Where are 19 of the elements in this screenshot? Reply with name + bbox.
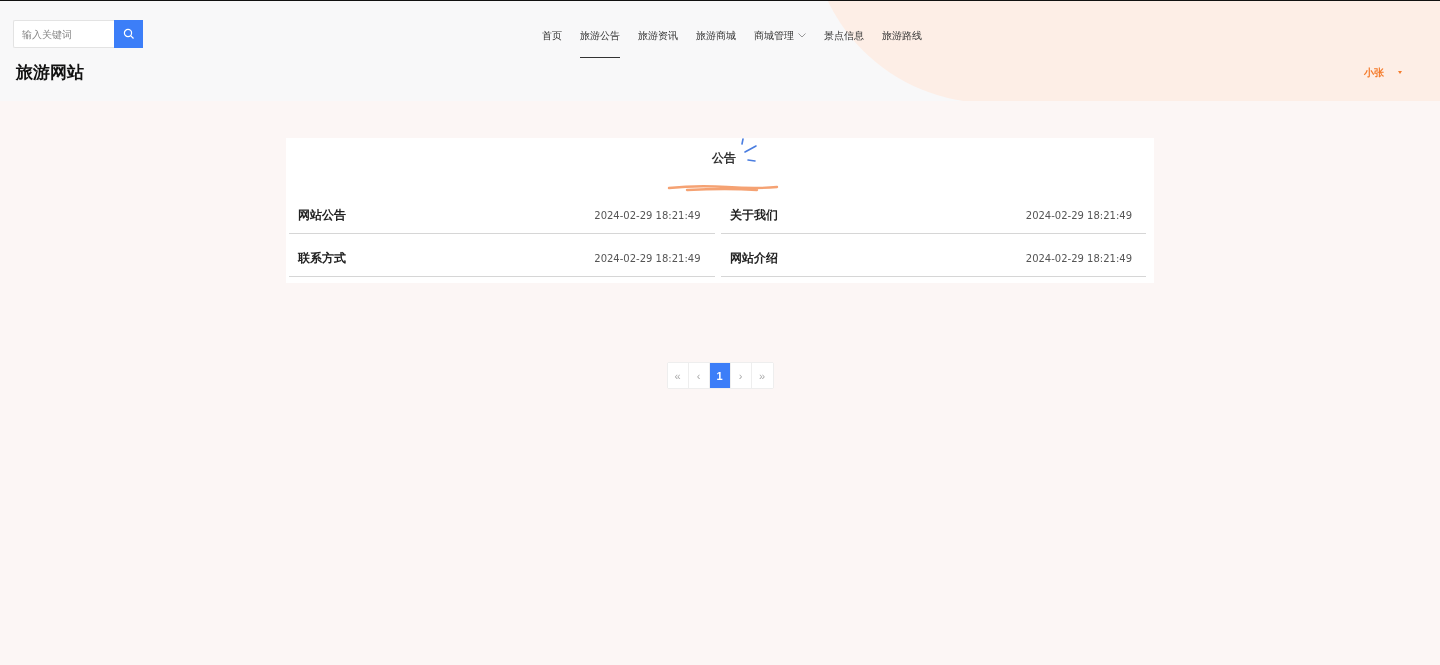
search-field[interactable]: 输入关键词: [13, 20, 114, 48]
notice-row[interactable]: 关于我们 2024-02-29 18:21:49: [720, 195, 1146, 234]
nav-link[interactable]: 商城管理: [754, 24, 806, 58]
chevron-down-icon: [798, 33, 806, 38]
nav-link[interactable]: 旅游资讯: [638, 24, 678, 58]
nav-link[interactable]: 首页: [542, 24, 562, 58]
nav-link[interactable]: 景点信息: [824, 24, 864, 58]
section-title: 公告: [711, 150, 736, 167]
search-button[interactable]: [114, 20, 143, 48]
nav-link[interactable]: 旅游公告: [580, 24, 620, 58]
search-icon: [122, 28, 135, 40]
notice-row[interactable]: 联系方式 2024-02-29 18:21:49: [289, 238, 715, 277]
page-button[interactable]: 1: [709, 363, 731, 388]
site-title: 旅游网站: [16, 61, 84, 84]
nav-link[interactable]: 旅游商城: [696, 24, 736, 58]
notice-row[interactable]: 网站公告 2024-02-29 18:21:49: [289, 195, 715, 234]
notice-row[interactable]: 网站介绍 2024-02-29 18:21:49: [720, 238, 1146, 277]
caret-icon: [1398, 71, 1402, 74]
nav-link[interactable]: 旅游路线: [882, 24, 922, 58]
